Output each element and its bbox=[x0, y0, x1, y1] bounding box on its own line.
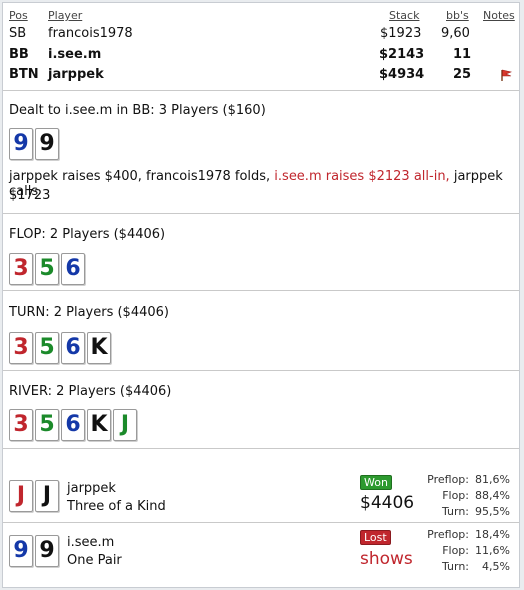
showdown-cards: 9 9 bbox=[9, 535, 59, 567]
card: 6 bbox=[61, 332, 85, 364]
divider bbox=[3, 522, 519, 523]
player-stack: $1923 bbox=[380, 26, 422, 41]
player-pos: SB bbox=[9, 26, 27, 41]
showdown-cards: J J bbox=[9, 480, 59, 512]
col-header-player[interactable]: Player bbox=[48, 9, 82, 22]
hole-cards: 9 9 bbox=[9, 128, 59, 160]
card: 9 bbox=[9, 128, 33, 160]
card: J bbox=[35, 480, 59, 512]
divider bbox=[3, 90, 519, 91]
divider bbox=[3, 213, 519, 214]
card: 5 bbox=[35, 409, 59, 441]
player-bbs: 9,60 bbox=[441, 26, 470, 41]
card: 9 bbox=[35, 128, 59, 160]
note-flag-icon[interactable] bbox=[499, 67, 513, 81]
equity-value: 18,4% bbox=[475, 528, 510, 541]
player-bbs: 25 bbox=[453, 67, 472, 82]
preflop-actions: jarppek raises $400, francois1978 folds,… bbox=[9, 169, 509, 199]
equity-value: 11,6% bbox=[475, 544, 510, 557]
showdown-hand-rank: One Pair bbox=[67, 553, 122, 568]
showdown-player-name[interactable]: jarppek bbox=[67, 481, 116, 496]
col-header-stack[interactable]: Stack bbox=[389, 9, 419, 22]
player-name[interactable]: jarppek bbox=[48, 67, 104, 82]
card: 6 bbox=[61, 253, 85, 285]
divider bbox=[3, 370, 519, 371]
col-header-pos[interactable]: Pos bbox=[9, 9, 28, 22]
card: 5 bbox=[35, 253, 59, 285]
equity-value: 88,4% bbox=[475, 489, 510, 502]
hero-action-text: i.see.m raises $2123 all-in, bbox=[274, 169, 450, 184]
river-title: RIVER: 2 Players ($4406) bbox=[9, 384, 172, 399]
turn-cards: 3 5 6 K bbox=[9, 332, 111, 364]
river-cards: 3 5 6 K J bbox=[9, 409, 137, 441]
lost-badge: Lost bbox=[360, 530, 391, 545]
card: J bbox=[9, 480, 33, 512]
col-header-notes[interactable]: Notes bbox=[483, 9, 515, 22]
card: 9 bbox=[35, 535, 59, 567]
player-stack: $2143 bbox=[379, 47, 425, 62]
action-text: jarppek raises $400, francois1978 folds, bbox=[9, 169, 275, 184]
won-badge: Won bbox=[360, 475, 392, 490]
card: 5 bbox=[35, 332, 59, 364]
turn-title: TURN: 2 Players ($4406) bbox=[9, 305, 169, 320]
player-name[interactable]: i.see.m bbox=[48, 47, 101, 62]
card: K bbox=[87, 409, 111, 441]
card: 3 bbox=[9, 253, 33, 285]
hand-history-window: Pos Player Stack bb's Notes SB francois1… bbox=[0, 0, 524, 590]
divider bbox=[3, 448, 519, 449]
won-amount: $4406 bbox=[360, 493, 415, 513]
action-text: $1723 bbox=[9, 188, 51, 203]
equity-value: 4,5% bbox=[482, 560, 510, 573]
player-pos: BTN bbox=[9, 67, 39, 82]
flop-cards: 3 5 6 bbox=[9, 253, 85, 285]
card: 3 bbox=[9, 332, 33, 364]
col-header-bbs[interactable]: bb's bbox=[446, 9, 469, 22]
showdown-hand-rank: Three of a Kind bbox=[67, 499, 166, 514]
player-name[interactable]: francois1978 bbox=[48, 26, 133, 41]
shows-text: shows bbox=[360, 549, 413, 569]
player-stack: $4934 bbox=[379, 67, 425, 82]
preflop-title: Dealt to i.see.m in BB: 3 Players ($160) bbox=[9, 103, 266, 118]
card: K bbox=[87, 332, 111, 364]
player-bbs: 11 bbox=[453, 47, 472, 62]
equity-value: 95,5% bbox=[475, 505, 510, 518]
hand-history-panel: Pos Player Stack bb's Notes SB francois1… bbox=[2, 2, 520, 588]
showdown-player-name[interactable]: i.see.m bbox=[67, 535, 114, 550]
flop-title: FLOP: 2 Players ($4406) bbox=[9, 227, 166, 242]
card: 6 bbox=[61, 409, 85, 441]
divider bbox=[3, 290, 519, 291]
card: J bbox=[113, 409, 137, 441]
player-pos: BB bbox=[9, 47, 29, 62]
card: 3 bbox=[9, 409, 33, 441]
equity-value: 81,6% bbox=[475, 473, 510, 486]
card: 9 bbox=[9, 535, 33, 567]
